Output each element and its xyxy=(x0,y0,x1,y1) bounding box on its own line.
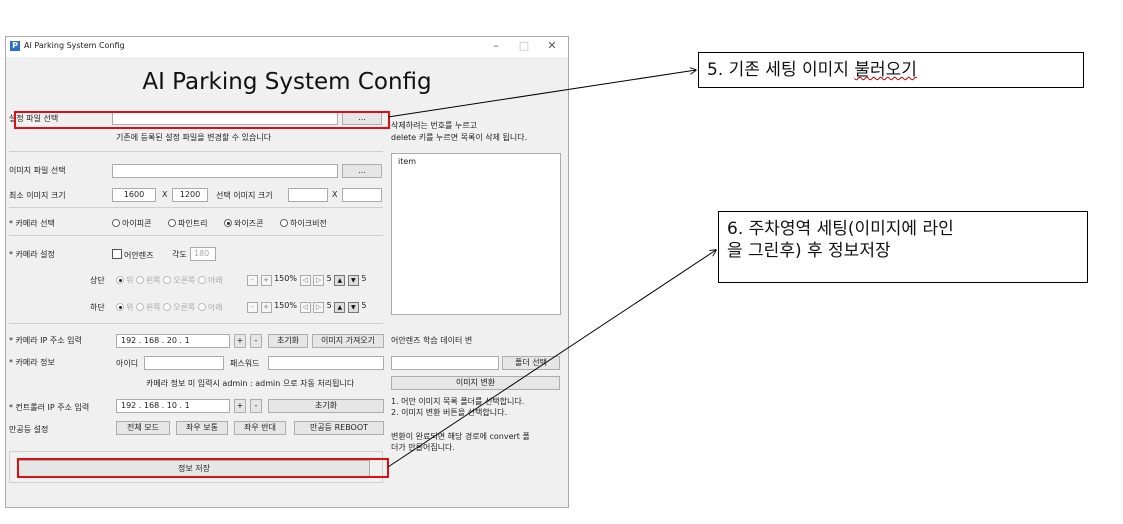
arrow-to-callout-6 xyxy=(387,250,716,468)
callout-load-existing: 5. 기존 세팅 이미지 불러오기 xyxy=(698,52,1084,88)
arrow-to-callout-5 xyxy=(387,70,696,118)
callout-parking-area: 6. 주차영역 세팅(이미지에 라인 을 그린후) 후 정보저장 xyxy=(718,211,1088,283)
